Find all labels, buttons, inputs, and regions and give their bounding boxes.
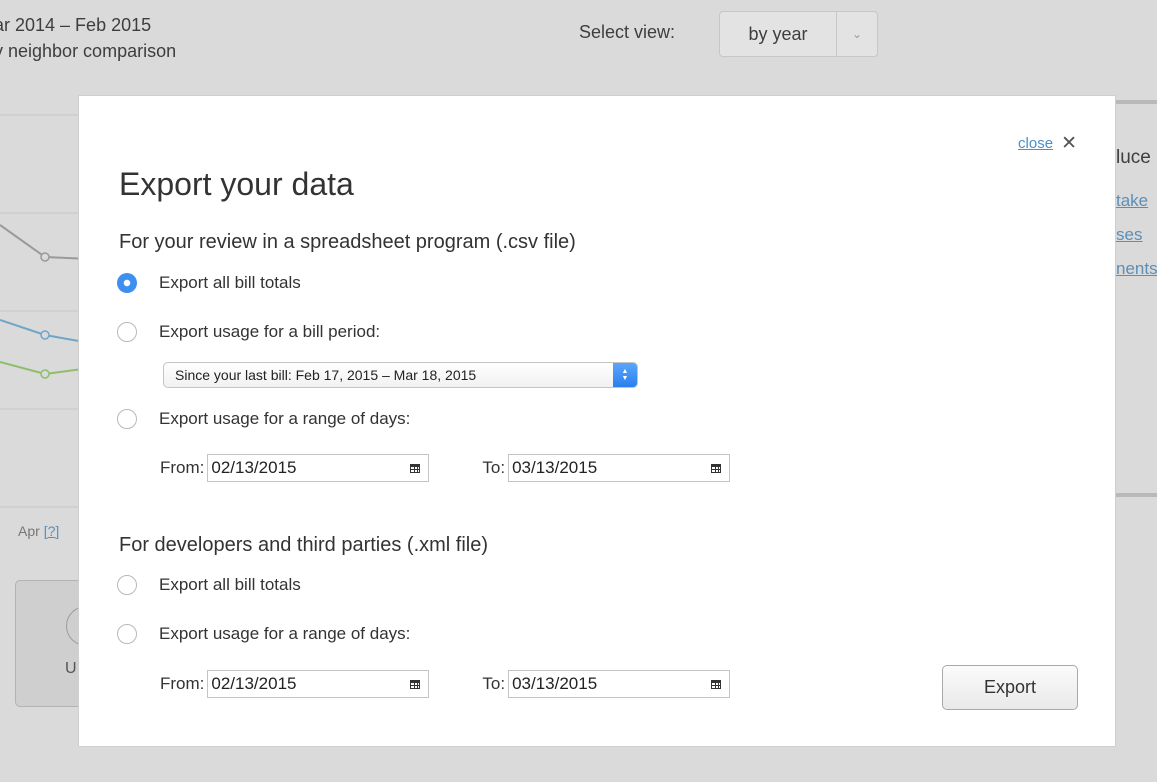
date-range-text: ar 2014 – Feb 2015 — [0, 15, 152, 35]
xml-range-label: Export usage for a range of days: — [159, 624, 411, 643]
calendar-icon[interactable] — [711, 679, 722, 689]
export-modal: close ✕ Export your data For your review… — [78, 95, 1116, 747]
right-link-2[interactable]: ses — [1116, 225, 1142, 245]
calendar-icon[interactable] — [711, 463, 722, 473]
select-view-label: Select view: — [579, 22, 676, 42]
csv-to-date-input[interactable]: 03/13/2015 — [508, 454, 731, 482]
chart-tick-label: Apr [?] — [18, 523, 59, 539]
xml-date-range-row: From: 02/13/2015 To: 03/13/2015 — [160, 670, 731, 698]
right-divider-top — [1116, 100, 1157, 104]
xml-to-label: To: — [482, 674, 506, 693]
modal-title: Export your data — [119, 166, 354, 202]
close-link[interactable]: close — [1018, 135, 1053, 152]
right-heading: luce — [1116, 147, 1151, 168]
xml-to-value: 03/13/2015 — [512, 674, 598, 693]
csv-bill-totals-radio[interactable] — [117, 273, 137, 293]
csv-range-label: Export usage for a range of days: — [159, 409, 411, 428]
xml-bill-totals-label: Export all bill totals — [159, 575, 301, 594]
export-button[interactable]: Export — [942, 665, 1078, 710]
xml-option-range[interactable]: Export usage for a range of days: — [117, 624, 410, 644]
comparison-text: y neighbor comparison — [0, 41, 177, 61]
csv-from-label: From: — [160, 458, 205, 477]
csv-to-label: To: — [482, 458, 506, 477]
csv-range-radio[interactable] — [117, 409, 137, 429]
close-icon[interactable]: ✕ — [1061, 134, 1077, 153]
csv-option-bill-totals[interactable]: Export all bill totals — [117, 273, 301, 293]
close-button[interactable]: close ✕ — [1018, 134, 1077, 153]
csv-to-value: 03/13/2015 — [512, 458, 598, 477]
xml-section-title: For developers and third parties (.xml f… — [119, 534, 489, 556]
chevron-down-icon: ⌄ — [836, 12, 877, 56]
calendar-icon[interactable] — [410, 679, 421, 689]
xml-bill-totals-radio[interactable] — [117, 575, 137, 595]
select-stepper-icon: ▲ ▼ — [613, 363, 637, 387]
csv-from-date-input[interactable]: 02/13/2015 — [207, 454, 430, 482]
help-link[interactable]: [?] — [44, 523, 60, 539]
csv-option-bill-period[interactable]: Export usage for a bill period: — [117, 322, 380, 342]
xml-to-date-input[interactable]: 03/13/2015 — [508, 670, 731, 698]
background-chart — [0, 114, 90, 508]
csv-bill-totals-label: Export all bill totals — [159, 273, 301, 292]
csv-from-value: 02/13/2015 — [211, 458, 297, 477]
select-view-dropdown[interactable]: by year ⌄ — [719, 11, 878, 57]
csv-option-range[interactable]: Export usage for a range of days: — [117, 409, 410, 429]
tick-month: Apr — [18, 523, 40, 539]
right-link-3[interactable]: nents — [1116, 259, 1157, 279]
background-header: ar 2014 – Feb 2015 y neighbor comparison — [0, 12, 176, 64]
bill-period-select[interactable]: Since your last bill: Feb 17, 2015 – Mar… — [163, 362, 638, 388]
csv-bill-period-label: Export usage for a bill period: — [159, 322, 381, 341]
right-link-1[interactable]: take — [1116, 191, 1148, 211]
csv-date-range-row: From: 02/13/2015 To: 03/13/2015 — [160, 454, 731, 482]
right-divider-bottom — [1116, 493, 1157, 497]
bill-period-value: Since your last bill: Feb 17, 2015 – Mar… — [175, 367, 477, 383]
card-label: U — [65, 660, 77, 677]
xml-from-label: From: — [160, 674, 205, 693]
xml-range-radio[interactable] — [117, 624, 137, 644]
xml-from-value: 02/13/2015 — [211, 674, 297, 693]
xml-option-bill-totals[interactable]: Export all bill totals — [117, 575, 301, 595]
calendar-icon[interactable] — [410, 463, 421, 473]
xml-from-date-input[interactable]: 02/13/2015 — [207, 670, 430, 698]
csv-bill-period-radio[interactable] — [117, 322, 137, 342]
select-view-value: by year — [748, 23, 808, 44]
csv-section-title: For your review in a spreadsheet program… — [119, 231, 576, 253]
